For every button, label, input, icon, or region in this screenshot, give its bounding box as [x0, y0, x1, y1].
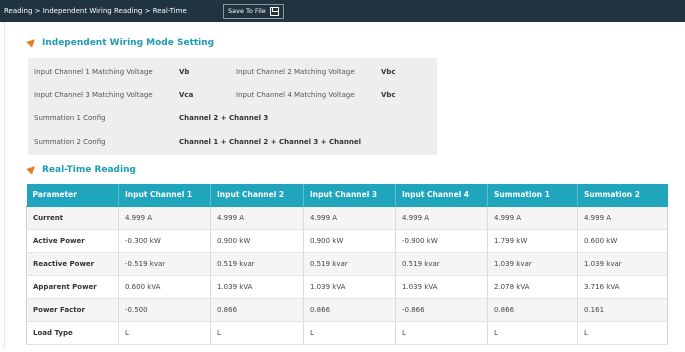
section-title-real-time: Real-Time Reading	[42, 165, 136, 175]
parameter-cell: Current	[26, 206, 119, 230]
real-time-reading-table: Parameter Input Channel 1 Input Channel …	[26, 184, 668, 345]
table-row: Active Power -0.300 kW 0.900 kW 0.900 kW…	[26, 229, 668, 253]
table-cell: 0.519 kvar	[303, 252, 396, 276]
save-to-file-button[interactable]: Save To File	[223, 4, 284, 19]
column-header: Input Channel 4	[395, 184, 488, 207]
table-cell: 0.900 kW	[303, 229, 396, 253]
table-cell: 4.999 A	[118, 206, 211, 230]
table-cell: 0.161	[577, 298, 668, 322]
table-row: Reactive Power -0.519 kvar 0.519 kvar 0.…	[26, 252, 668, 276]
table-cell: 3.716 kVA	[577, 275, 668, 299]
table-cell: -0.300 kW	[118, 229, 211, 253]
table-cell: 1.799 kW	[487, 229, 578, 253]
table-cell: L	[118, 321, 211, 345]
save-button-label: Save To File	[228, 7, 266, 15]
table-cell: -0.500	[118, 298, 211, 322]
table-cell: 0.600 kVA	[118, 275, 211, 299]
column-header: Summation 1	[487, 184, 578, 207]
summation1-config-label: Summation 1 Config	[34, 114, 106, 122]
breadcrumb: Reading > Independent Wiring Reading > R…	[0, 0, 213, 22]
parameter-cell: Active Power	[26, 229, 119, 253]
table-cell: 0.519 kvar	[210, 252, 304, 276]
table-cell: 0.866	[210, 298, 304, 322]
table-cell: -0.866	[395, 298, 488, 322]
column-header: Parameter	[26, 184, 119, 207]
table-cell: L	[395, 321, 488, 345]
table-cell: 4.999 A	[303, 206, 396, 230]
column-header: Input Channel 3	[303, 184, 396, 207]
table-cell: 0.866	[303, 298, 396, 322]
table-row: Apparent Power 0.600 kVA 1.039 kVA 1.039…	[26, 275, 668, 299]
table-cell: L	[487, 321, 578, 345]
parameter-cell: Load Type	[26, 321, 119, 345]
summation1-config-value: Channel 2 + Channel 3	[179, 114, 269, 122]
table-cell: L	[577, 321, 668, 345]
table-cell: 2.078 kVA	[487, 275, 578, 299]
table-cell: 0.600 kW	[577, 229, 668, 253]
table-cell: 4.999 A	[395, 206, 488, 230]
parameter-cell: Apparent Power	[26, 275, 119, 299]
column-header: Input Channel 1	[118, 184, 211, 207]
table-row: Load Type L L L L L L	[26, 321, 668, 345]
ch2-voltage-label: Input Channel 2 Matching Voltage	[236, 68, 355, 76]
summation2-config-label: Summation 2 Config	[34, 138, 106, 146]
table-cell: L	[303, 321, 396, 345]
table-cell: 4.999 A	[577, 206, 668, 230]
ch1-voltage-value: Vb	[179, 68, 190, 76]
table-cell: 0.519 kvar	[395, 252, 488, 276]
ch4-voltage-value: Vbc	[381, 91, 396, 99]
table-cell: L	[210, 321, 304, 345]
table-cell: 1.039 kvar	[577, 252, 668, 276]
table-cell: 0.900 kW	[210, 229, 304, 253]
ch2-voltage-value: Vbc	[381, 68, 396, 76]
parameter-cell: Reactive Power	[26, 252, 119, 276]
ch4-voltage-label: Input Channel 4 Matching Voltage	[236, 91, 355, 99]
table-cell: 4.999 A	[487, 206, 578, 230]
parameter-cell: Power Factor	[26, 298, 119, 322]
table-cell: 1.039 kVA	[395, 275, 488, 299]
column-header: Summation 2	[577, 184, 668, 207]
table-row: Current 4.999 A 4.999 A 4.999 A 4.999 A …	[26, 206, 668, 230]
table-header-row: Parameter Input Channel 1 Input Channel …	[26, 184, 668, 207]
wiring-settings-box: Input Channel 1 Matching Voltage Vb Inpu…	[28, 58, 437, 155]
ch3-voltage-value: Vca	[179, 91, 194, 99]
table-cell: 0.866	[487, 298, 578, 322]
table-cell: -0.900 kW	[395, 229, 488, 253]
table-cell: 4.999 A	[210, 206, 304, 230]
summation2-config-value: Channel 1 + Channel 2 + Channel 3 + Chan…	[179, 138, 361, 146]
ch1-voltage-label: Input Channel 1 Matching Voltage	[34, 68, 153, 76]
ch3-voltage-label: Input Channel 3 Matching Voltage	[34, 91, 153, 99]
table-cell: 1.039 kVA	[303, 275, 396, 299]
table-cell: 1.039 kVA	[210, 275, 304, 299]
table-cell: 1.039 kvar	[487, 252, 578, 276]
table-cell: -0.519 kvar	[118, 252, 211, 276]
floppy-disk-icon	[270, 7, 279, 16]
top-bar: Reading > Independent Wiring Reading > R…	[0, 0, 685, 22]
column-header: Input Channel 2	[210, 184, 304, 207]
table-row: Power Factor -0.500 0.866 0.866 -0.866 0…	[26, 298, 668, 322]
section-title-wiring-mode: Independent Wiring Mode Setting	[42, 38, 215, 48]
